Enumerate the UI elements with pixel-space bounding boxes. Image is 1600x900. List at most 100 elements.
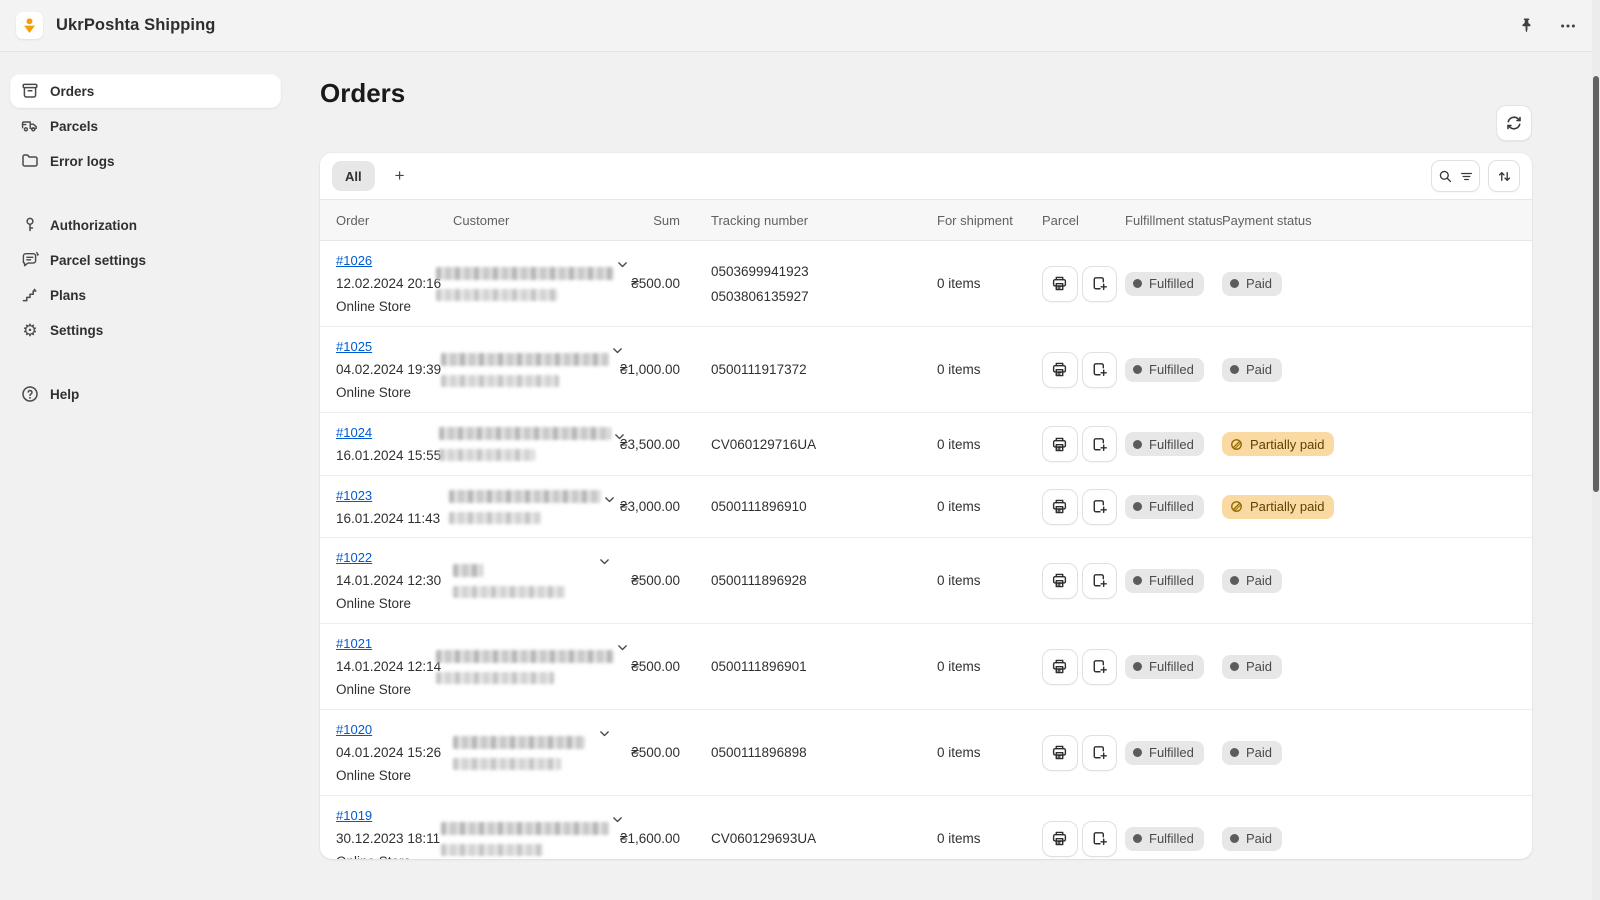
order-link[interactable]: #1021 [336,632,372,655]
sidebar-item-parcels[interactable]: Parcels [10,109,281,143]
table-row: #1024 16.01.2024 15:55 ₴3,500.00 CV06012… [320,413,1532,476]
print-label-button[interactable] [1042,735,1078,771]
sidebar-section: Orders Parcels Error logs [0,74,291,178]
card-toolbar: All + [320,153,1532,199]
folder-icon [20,151,40,171]
question-circle-icon [20,384,40,404]
order-channel: Online Store [336,764,453,787]
tracking-number: 0503699941923 [711,264,919,279]
sidebar-item-orders[interactable]: Orders [10,74,281,108]
table-header-row: Order Customer Sum Tracking number For s… [320,199,1532,241]
order-link[interactable]: #1022 [336,546,372,569]
table-row: #1026 12.02.2024 20:16 Online Store ₴500… [320,241,1532,327]
tracking-numbers: 0500111917372 [680,327,919,412]
order-sum: ₴500.00 [615,624,680,709]
sidebar-item-parcel-settings[interactable]: Parcel settings [10,243,281,277]
tracking-numbers: 0500111896901 [680,624,919,709]
expand-row-button[interactable] [596,553,613,573]
create-parcel-button[interactable] [1082,266,1118,302]
for-shipment-count: 0 items [919,796,1039,859]
chevron-down-icon [598,727,611,740]
filter-icon [1459,169,1474,184]
ukrposhta-pin-icon [19,15,40,36]
order-date: 30.12.2023 18:11 [336,827,453,850]
sidebar-item-error-logs[interactable]: Error logs [10,144,281,178]
column-header-payment-status: Payment status [1218,213,1532,228]
sidebar-section: Help [0,377,291,411]
order-sum: ₴500.00 [615,538,680,623]
for-shipment-count: 0 items [919,624,1039,709]
order-link[interactable]: #1026 [336,249,372,272]
payment-status-badge: Paid [1222,827,1282,851]
orders-card: All + Order Customer Sum Tracking num [320,153,1532,859]
order-link[interactable]: #1023 [336,484,372,507]
order-link[interactable]: #1020 [336,718,372,741]
customer-redacted [453,538,596,623]
create-parcel-button[interactable] [1082,735,1118,771]
order-channel: Online Store [336,592,453,615]
create-parcel-button[interactable] [1082,649,1118,685]
refresh-button[interactable] [1496,105,1532,141]
create-parcel-button[interactable] [1082,426,1118,462]
payment-status-badge: Paid [1222,272,1282,296]
tracking-numbers: 05036999419230503806135927 [680,241,919,326]
payment-status-badge: Partially paid [1222,432,1334,456]
payment-status-badge: Paid [1222,655,1282,679]
add-label-icon [1090,435,1109,454]
printer-icon [1050,360,1069,379]
print-label-button[interactable] [1042,426,1078,462]
order-channel: Online Store [336,850,453,859]
pin-app-button[interactable] [1510,10,1542,42]
order-date: 16.01.2024 15:55 [336,444,453,467]
order-date: 14.01.2024 12:30 [336,569,453,592]
print-label-button[interactable] [1042,563,1078,599]
refresh-icon [1504,113,1524,133]
tracking-number: 0500111896928 [711,573,919,588]
create-parcel-button[interactable] [1082,821,1118,857]
print-label-button[interactable] [1042,266,1078,302]
sidebar-item-plans[interactable]: Plans [10,278,281,312]
column-header-order: Order [320,213,453,228]
payment-status-badge: Partially paid [1222,495,1334,519]
sort-button[interactable] [1488,160,1520,192]
add-view-button[interactable]: + [385,161,415,191]
print-label-button[interactable] [1042,352,1078,388]
status-dot-icon [1230,576,1239,585]
order-date: 16.01.2024 11:43 [336,507,453,530]
tab-all[interactable]: All [332,161,375,191]
expand-row-button[interactable] [596,725,613,745]
tracking-numbers: 0500111896898 [680,710,919,795]
print-label-button[interactable] [1042,821,1078,857]
sidebar-item-settings[interactable]: ⚙ Settings [10,313,281,347]
sidebar-item-authorization[interactable]: Authorization [10,208,281,242]
order-date: 04.01.2024 15:26 [336,741,453,764]
more-actions-button[interactable] [1552,10,1584,42]
printer-icon [1050,435,1069,454]
column-header-parcel: Parcel [1039,213,1117,228]
add-label-icon [1090,274,1109,293]
search-and-filter-button[interactable] [1431,160,1480,192]
customer-phone-blurred [441,844,543,856]
customer-phone-blurred [441,375,559,387]
customer-redacted [436,241,614,326]
print-label-button[interactable] [1042,489,1078,525]
customer-redacted [441,796,609,859]
payment-status-badge: Paid [1222,569,1282,593]
print-label-button[interactable] [1042,649,1078,685]
create-parcel-button[interactable] [1082,352,1118,388]
sidebar-item-help[interactable]: Help [10,377,281,411]
customer-redacted [449,476,601,537]
create-parcel-button[interactable] [1082,563,1118,599]
create-parcel-button[interactable] [1082,489,1118,525]
order-date: 04.02.2024 19:39 [336,358,453,381]
order-link[interactable]: #1025 [336,335,372,358]
scrollbar-thumb[interactable] [1593,76,1599,492]
customer-phone-blurred [436,672,554,684]
status-dot-icon [1230,748,1239,757]
truck-icon [20,116,40,136]
order-link[interactable]: #1019 [336,804,372,827]
customer-name-blurred [441,353,609,366]
order-link[interactable]: #1024 [336,421,372,444]
fulfillment-status-badge: Fulfilled [1125,495,1204,519]
stairs-icon [20,285,40,305]
